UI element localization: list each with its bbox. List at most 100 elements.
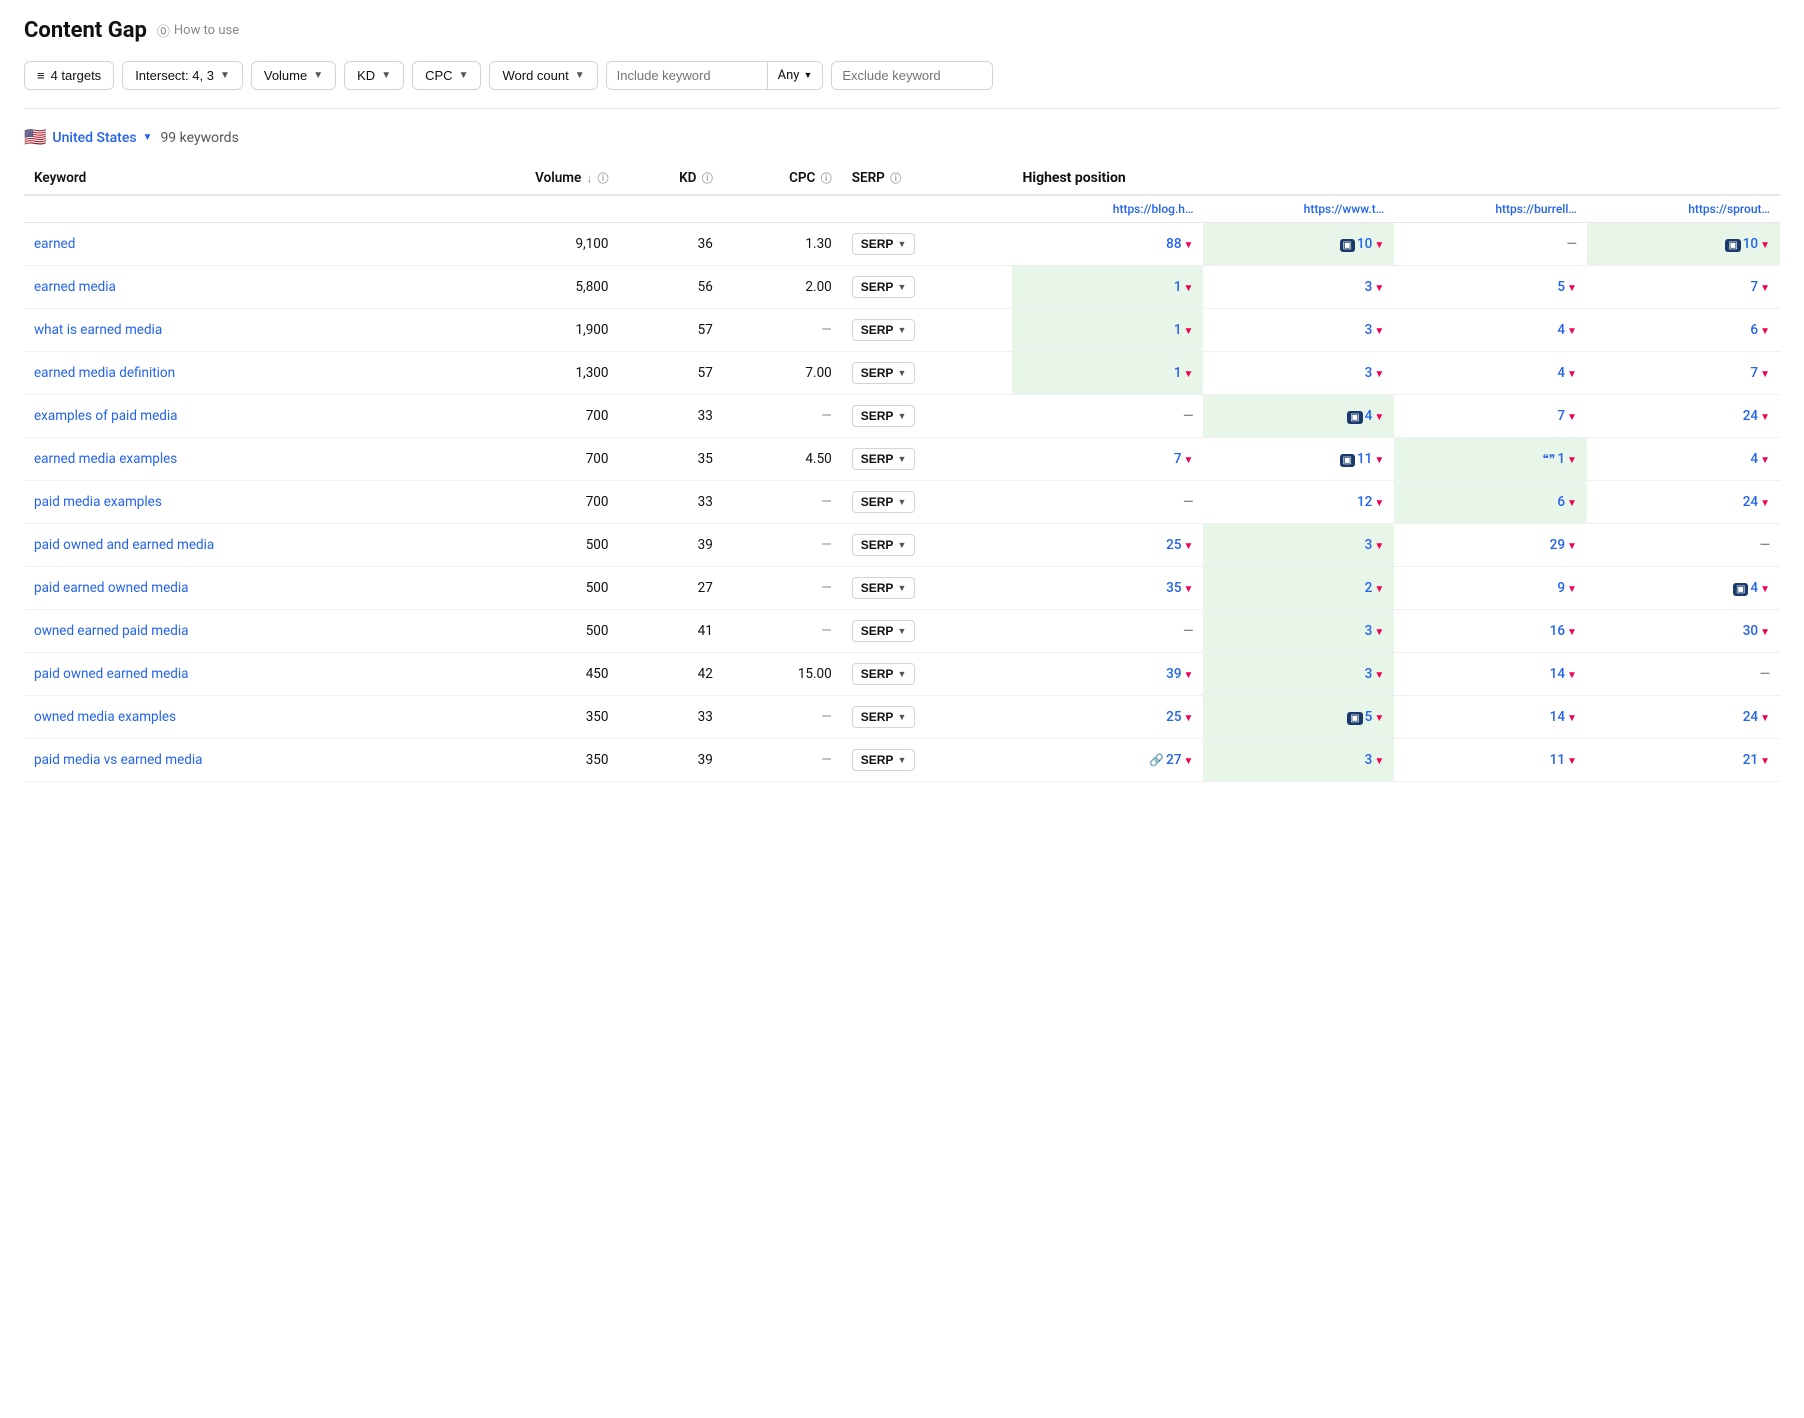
serp-cell: SERP▼ bbox=[842, 266, 1013, 309]
kd-cell: 57 bbox=[618, 352, 722, 395]
kd-cell: 39 bbox=[618, 524, 722, 567]
position-value: 4 bbox=[1750, 451, 1758, 467]
position-cell: 12▼ bbox=[1203, 481, 1394, 524]
serp-button[interactable]: SERP▼ bbox=[852, 663, 916, 685]
serp-cell: SERP▼ bbox=[842, 395, 1013, 438]
serp-button[interactable]: SERP▼ bbox=[852, 620, 916, 642]
down-arrow-icon: ▼ bbox=[1374, 326, 1384, 337]
position-cell: 7▼ bbox=[1587, 266, 1780, 309]
volume-cell: 350 bbox=[441, 696, 618, 739]
toolbar: ≡ 4 targets Intersect: 4, 3 ▼ Volume ▼ K… bbox=[24, 61, 1780, 109]
table-header-row: Keyword Volume ↓ ⓘ KD ⓘ CPC ⓘ bbox=[24, 162, 1780, 195]
position-value: 3 bbox=[1365, 537, 1373, 553]
tag-icon: ▣ bbox=[1340, 454, 1355, 467]
serp-button[interactable]: SERP▼ bbox=[852, 448, 916, 470]
how-to-use-link[interactable]: ⓪ How to use bbox=[157, 21, 239, 40]
country-row: 🇺🇸 United States ▼ 99 keywords bbox=[24, 127, 1780, 148]
volume-cell: 1,300 bbox=[441, 352, 618, 395]
flag-icon: 🇺🇸 bbox=[24, 127, 46, 148]
sort-desc-icon: ↓ bbox=[587, 172, 593, 185]
keyword-link[interactable]: earned bbox=[34, 236, 75, 252]
serp-button[interactable]: SERP▼ bbox=[852, 491, 916, 513]
keyword-link[interactable]: earned media examples bbox=[34, 451, 177, 467]
serp-cell: SERP▼ bbox=[842, 739, 1013, 782]
position-value: 3 bbox=[1365, 752, 1373, 768]
position-value: 5 bbox=[1365, 709, 1373, 725]
keyword-link[interactable]: paid owned and earned media bbox=[34, 537, 214, 553]
kd-column-header: KD ⓘ bbox=[618, 162, 722, 195]
volume-button[interactable]: Volume ▼ bbox=[251, 61, 336, 90]
keyword-link[interactable]: paid media examples bbox=[34, 494, 162, 510]
down-arrow-icon: ▼ bbox=[1760, 756, 1770, 767]
position-cell: 7▼ bbox=[1587, 352, 1780, 395]
position-value: 4 bbox=[1557, 322, 1565, 338]
chevron-down-icon: ▼ bbox=[220, 70, 230, 81]
serp-button[interactable]: SERP▼ bbox=[852, 749, 916, 771]
down-arrow-icon: ▼ bbox=[1760, 498, 1770, 509]
position-value: 3 bbox=[1365, 322, 1373, 338]
cpc-cell: — bbox=[723, 309, 842, 352]
position-value: 88 bbox=[1166, 236, 1181, 252]
chevron-down-icon: ▼ bbox=[897, 411, 906, 421]
keyword-link[interactable]: paid media vs earned media bbox=[34, 752, 203, 768]
keyword-count: 99 keywords bbox=[160, 130, 238, 146]
position-value: 4 bbox=[1365, 408, 1373, 424]
serp-button[interactable]: SERP▼ bbox=[852, 319, 916, 341]
cpc-cell: 2.00 bbox=[723, 266, 842, 309]
down-arrow-icon: ▼ bbox=[1760, 240, 1770, 251]
cpc-cell: 7.00 bbox=[723, 352, 842, 395]
keyword-link[interactable]: earned media bbox=[34, 279, 116, 295]
keyword-link[interactable]: what is earned media bbox=[34, 322, 162, 338]
position-cell: ▣10▼ bbox=[1587, 223, 1780, 266]
position-value: 5 bbox=[1557, 279, 1565, 295]
serp-button[interactable]: SERP▼ bbox=[852, 233, 916, 255]
down-arrow-icon: ▼ bbox=[1184, 584, 1194, 595]
serp-button[interactable]: SERP▼ bbox=[852, 577, 916, 599]
position-cell: ▣11▼ bbox=[1203, 438, 1394, 481]
position-cell: 25▼ bbox=[1012, 696, 1203, 739]
position-cell: 1▼ bbox=[1012, 309, 1203, 352]
include-keyword-field[interactable]: Any ▼ bbox=[606, 61, 824, 90]
cpc-cell: — bbox=[723, 739, 842, 782]
serp-button[interactable]: SERP▼ bbox=[852, 706, 916, 728]
targets-button[interactable]: ≡ 4 targets bbox=[24, 61, 114, 90]
keyword-link[interactable]: owned earned paid media bbox=[34, 623, 188, 639]
any-button[interactable]: Any ▼ bbox=[767, 62, 823, 89]
position-value: 1 bbox=[1174, 365, 1182, 381]
position-value: 27 bbox=[1166, 752, 1181, 768]
info-icon: ⓘ bbox=[821, 172, 832, 185]
serp-button[interactable]: SERP▼ bbox=[852, 534, 916, 556]
down-arrow-icon: ▼ bbox=[1567, 670, 1577, 681]
word-count-button[interactable]: Word count ▼ bbox=[489, 61, 597, 90]
serp-button[interactable]: SERP▼ bbox=[852, 362, 916, 384]
keyword-link[interactable]: examples of paid media bbox=[34, 408, 178, 424]
down-arrow-icon: ▼ bbox=[1374, 283, 1384, 294]
serp-cell: SERP▼ bbox=[842, 438, 1013, 481]
keyword-link[interactable]: earned media definition bbox=[34, 365, 175, 381]
down-arrow-icon: ▼ bbox=[1760, 627, 1770, 638]
kd-button[interactable]: KD ▼ bbox=[344, 61, 404, 90]
country-name: United States bbox=[52, 130, 136, 146]
keyword-link[interactable]: paid owned earned media bbox=[34, 666, 188, 682]
intersect-button[interactable]: Intersect: 4, 3 ▼ bbox=[122, 61, 243, 90]
table-row: earned9,100361.30SERP▼88▼▣10▼—▣10▼ bbox=[24, 223, 1780, 266]
position-cell: 24▼ bbox=[1587, 696, 1780, 739]
position-icon: ❝❞ bbox=[1542, 452, 1557, 466]
keyword-link[interactable]: owned media examples bbox=[34, 709, 176, 725]
keyword-link[interactable]: paid earned owned media bbox=[34, 580, 188, 596]
exclude-keyword-input[interactable] bbox=[832, 62, 992, 89]
chevron-down-icon: ▼ bbox=[897, 712, 906, 722]
position-cell: 30▼ bbox=[1587, 610, 1780, 653]
position-icon: ▣ bbox=[1733, 581, 1750, 595]
serp-button[interactable]: SERP▼ bbox=[852, 405, 916, 427]
site-header-3: https://sprout… bbox=[1587, 195, 1780, 223]
serp-button[interactable]: SERP▼ bbox=[852, 276, 916, 298]
volume-cell: 1,900 bbox=[441, 309, 618, 352]
exclude-keyword-field[interactable] bbox=[831, 61, 993, 90]
tag-icon: ▣ bbox=[1733, 583, 1748, 596]
include-keyword-input[interactable] bbox=[607, 62, 767, 89]
down-arrow-icon: ▼ bbox=[1184, 369, 1194, 380]
chevron-down-icon: ▼ bbox=[575, 70, 585, 81]
country-selector[interactable]: 🇺🇸 United States ▼ bbox=[24, 127, 152, 148]
cpc-button[interactable]: CPC ▼ bbox=[412, 61, 481, 90]
